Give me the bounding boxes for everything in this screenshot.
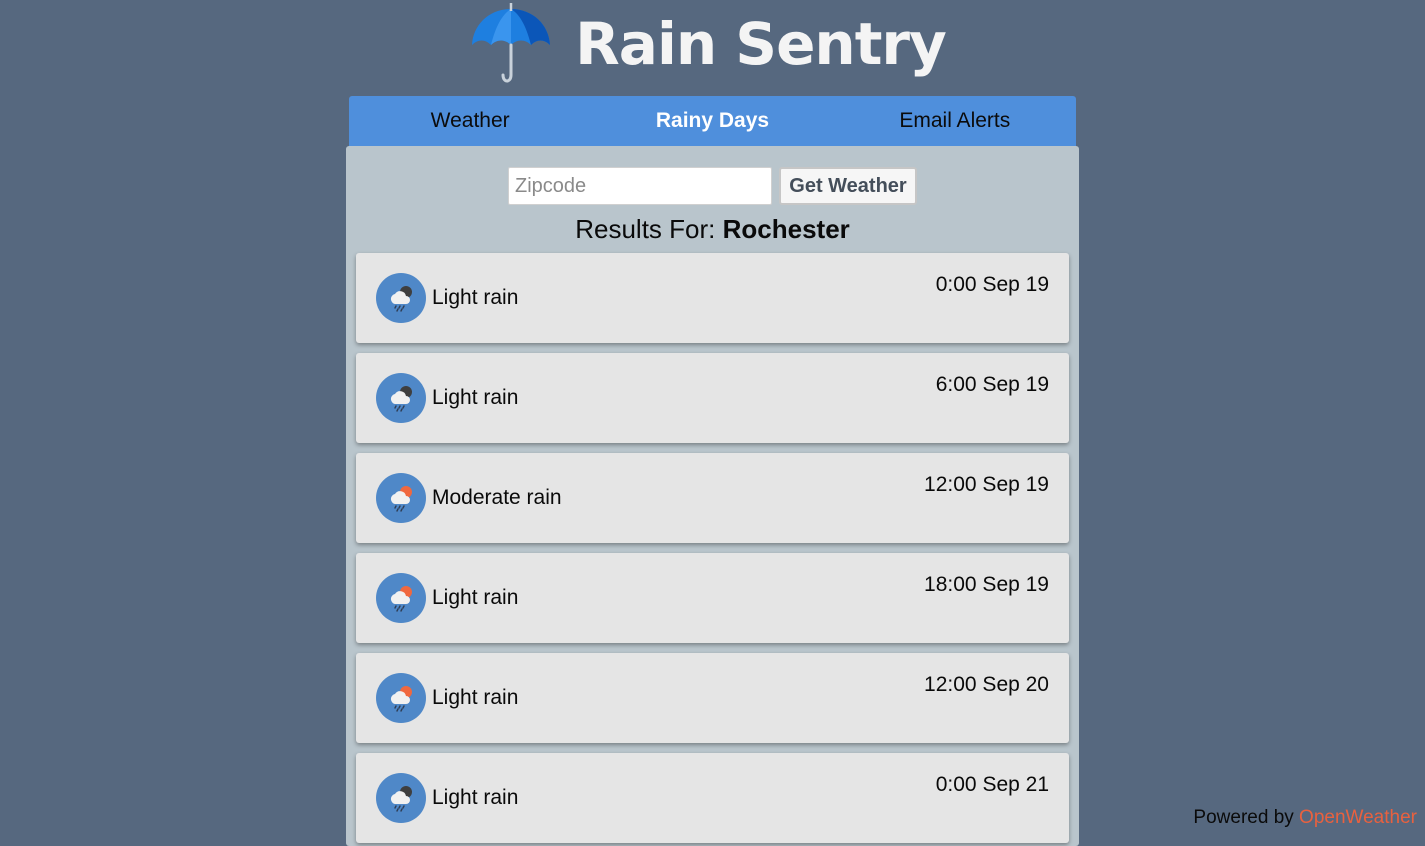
forecast-card: Light rain 0:00 Sep 21 <box>356 753 1069 843</box>
main-nav: Weather Rainy Days Email Alerts <box>349 96 1076 146</box>
forecast-time: 0:00 Sep 21 <box>935 773 1049 796</box>
app-header: Rain Sentry <box>0 0 1425 96</box>
openweather-link[interactable]: OpenWeather <box>1299 807 1417 828</box>
logo: Rain Sentry <box>471 3 947 85</box>
condition-text: Light rain <box>432 386 519 409</box>
forecast-time: 12:00 Sep 19 <box>924 473 1049 496</box>
results-city: Rochester <box>722 214 850 244</box>
results-panel: Get Weather Results For: Rochester Light… <box>346 146 1079 846</box>
forecast-time: 18:00 Sep 19 <box>924 573 1049 596</box>
forecast-card: Moderate rain 12:00 Sep 19 <box>356 453 1069 543</box>
forecast-card: Light rain 18:00 Sep 19 <box>356 553 1069 643</box>
powered-by: Powered by OpenWeather <box>1193 807 1417 829</box>
tab-weather[interactable]: Weather <box>349 109 591 133</box>
powered-by-prefix: Powered by <box>1193 807 1294 828</box>
night-rain-icon <box>376 273 426 323</box>
condition-text: Light rain <box>432 686 519 709</box>
tab-email-alerts[interactable]: Email Alerts <box>834 109 1076 133</box>
search-form: Get Weather <box>508 167 917 205</box>
condition-text: Light rain <box>432 286 519 309</box>
results-heading: Results For: Rochester <box>346 214 1079 245</box>
night-rain-icon <box>376 773 426 823</box>
forecast-time: 0:00 Sep 19 <box>935 273 1049 296</box>
forecast-card: Light rain 0:00 Sep 19 <box>356 253 1069 343</box>
day-rain-icon <box>376 673 426 723</box>
condition-text: Light rain <box>432 786 519 809</box>
zipcode-input[interactable] <box>508 167 772 205</box>
night-rain-icon <box>376 373 426 423</box>
forecast-time: 6:00 Sep 19 <box>935 373 1049 396</box>
day-rain-icon <box>376 473 426 523</box>
day-rain-icon <box>376 573 426 623</box>
condition-text: Light rain <box>432 586 519 609</box>
forecast-card: Light rain 6:00 Sep 19 <box>356 353 1069 443</box>
umbrella-icon <box>472 3 551 83</box>
forecast-card: Light rain 12:00 Sep 20 <box>356 653 1069 743</box>
app-title: Rain Sentry <box>575 10 947 78</box>
condition-text: Moderate rain <box>432 486 562 509</box>
forecast-time: 12:00 Sep 20 <box>924 673 1049 696</box>
get-weather-button[interactable]: Get Weather <box>779 167 917 205</box>
results-prefix: Results For: <box>575 214 716 244</box>
tab-rainy-days[interactable]: Rainy Days <box>591 109 833 133</box>
